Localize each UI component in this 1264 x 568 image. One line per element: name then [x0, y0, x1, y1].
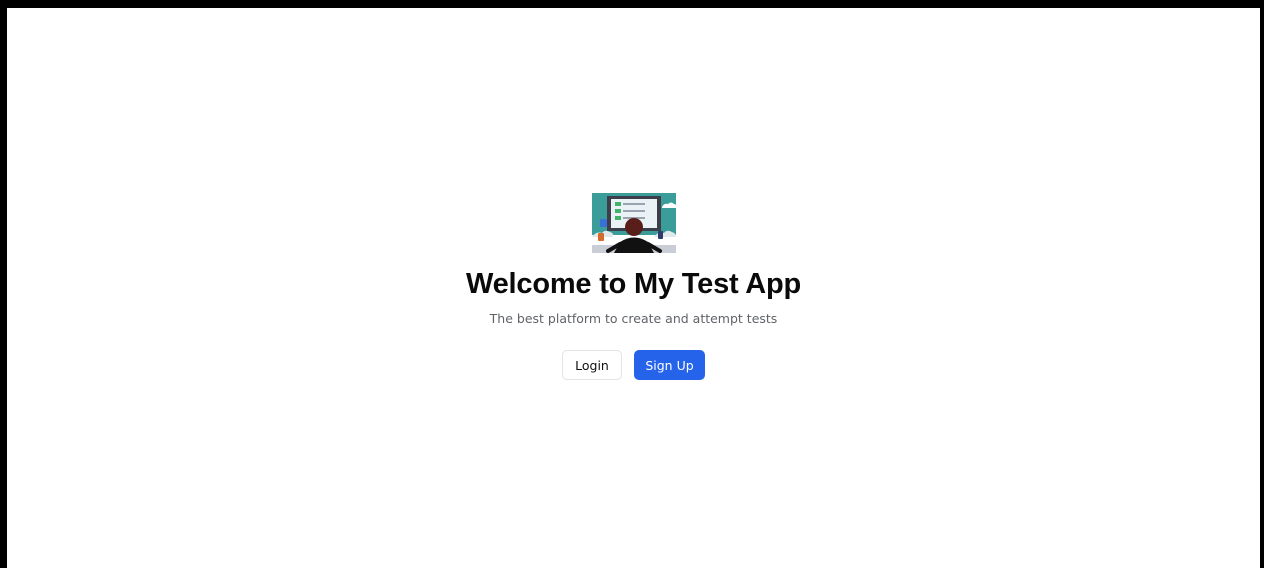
page-subtitle: The best platform to create and attempt …	[489, 311, 778, 326]
app-window: Welcome to My Test App The best platform…	[7, 8, 1260, 568]
person-at-computer-illustration	[591, 193, 676, 253]
login-button[interactable]: Login	[562, 350, 622, 380]
hero-section: Welcome to My Test App The best platform…	[7, 193, 1260, 380]
auth-actions: Login Sign Up	[562, 350, 705, 380]
page-title: Welcome to My Test App	[465, 268, 802, 300]
sign-up-button[interactable]: Sign Up	[634, 350, 705, 380]
